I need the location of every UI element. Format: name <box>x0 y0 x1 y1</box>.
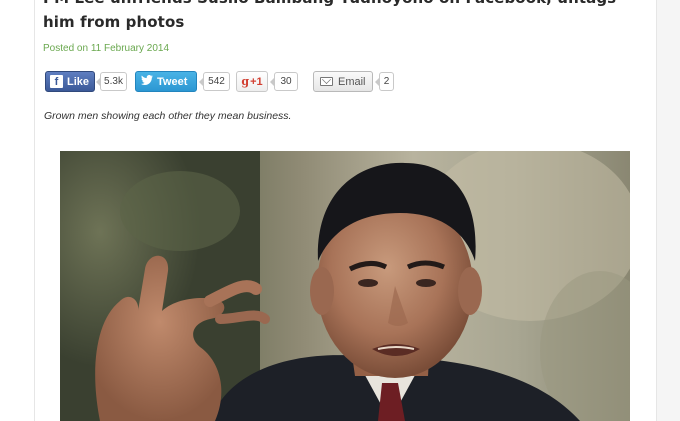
google-plus-one-button[interactable]: g +1 <box>236 71 268 92</box>
article-title[interactable]: PM Lee unfriends Susilo Bambang Yudhoyon… <box>43 0 643 34</box>
facebook-like-count: 5.3k <box>96 72 127 91</box>
right-sidebar-strip <box>657 0 680 421</box>
google-plus-icon: g <box>241 75 250 88</box>
content-left-border <box>34 0 35 421</box>
google-plus-label: +1 <box>250 75 263 88</box>
tweet-label: Tweet <box>157 75 188 88</box>
email-share-button[interactable]: Email <box>313 71 373 92</box>
google-plus-count: 30 <box>270 72 298 91</box>
post-date: Posted on 11 February 2014 <box>43 43 169 54</box>
article-photo <box>60 151 630 421</box>
facebook-like-button[interactable]: f Like <box>45 71 95 92</box>
posted-prefix: Posted on <box>43 43 89 54</box>
photo-illustration <box>60 151 630 421</box>
email-share-count: 2 <box>375 72 394 91</box>
envelope-icon <box>320 77 333 86</box>
photo-caption: Grown men showing each other they mean b… <box>44 110 292 122</box>
facebook-like-label: Like <box>67 75 90 88</box>
twitter-bird-icon <box>141 75 153 88</box>
email-label: Email <box>338 75 366 88</box>
tweet-button[interactable]: Tweet <box>135 71 197 92</box>
facebook-icon: f <box>50 75 63 88</box>
tweet-count: 542 <box>199 72 230 91</box>
posted-date-value[interactable]: 11 February 2014 <box>91 43 169 54</box>
